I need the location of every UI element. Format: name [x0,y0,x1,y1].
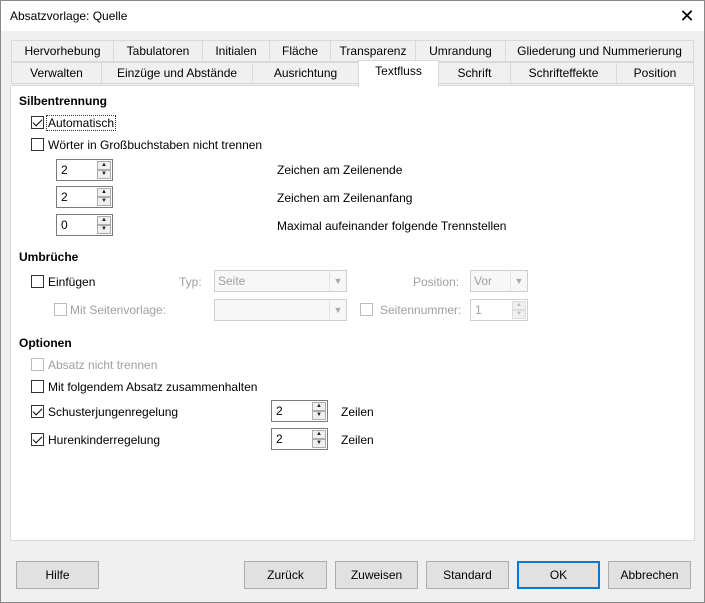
title-bar: Absatzvorlage: Quelle ✕ [1,1,704,31]
close-icon[interactable]: ✕ [670,1,704,31]
orphan-unit: Zeilen [341,405,374,419]
tab-einzuege[interactable]: Einzüge und Abstände [101,62,253,84]
widow-label: Hurenkinderregelung [48,433,161,447]
spin-down-icon[interactable]: ▼ [97,197,111,206]
keep-with-next-label: Mit folgendem Absatz zusammenhalten [48,380,258,394]
ok-button[interactable]: OK [517,561,600,589]
chevron-down-icon: ▼ [510,271,527,291]
widow-stepper[interactable]: 2 ▲ ▼ [271,428,328,450]
spin-up-icon[interactable]: ▲ [97,161,111,170]
insert-break-label: Einfügen [48,275,96,289]
max-hyphens-value: 0 [61,218,68,232]
type-label: Typ: [179,275,202,289]
pagestyle-checkbox[interactable] [54,303,67,316]
spin-up-icon[interactable]: ▲ [97,188,111,197]
chevron-down-icon: ▼ [329,271,346,291]
options-heading: Optionen [19,336,72,350]
back-button[interactable]: Zurück [244,561,327,589]
tab-hervorhebung[interactable]: Hervorhebung [11,40,114,62]
pagenum-value: 1 [475,303,482,317]
tab-textfluss[interactable]: Textfluss [358,60,439,87]
position-value: Vor [474,274,493,288]
orphan-value: 2 [276,404,283,418]
help-button[interactable]: Hilfe [16,561,99,589]
widow-checkbox[interactable] [31,433,44,446]
orphan-stepper[interactable]: 2 ▲ ▼ [271,400,328,422]
max-hyphens-stepper[interactable]: 0 ▲ ▼ [56,214,113,236]
tab-flaeche[interactable]: Fläche [269,40,331,62]
auto-hyphenation-checkbox[interactable] [31,116,44,129]
spin-up-icon[interactable]: ▲ [97,216,111,225]
type-value: Seite [218,274,246,288]
orphan-checkbox[interactable] [31,405,44,418]
spin-up-icon[interactable]: ▲ [312,430,326,439]
widow-unit: Zeilen [341,433,374,447]
spin-down-icon[interactable]: ▼ [97,170,111,179]
begin-chars-value: 2 [61,190,68,204]
tab-verwalten[interactable]: Verwalten [11,62,102,84]
pagenum-label: Seitennummer: [380,303,462,317]
tab-schrifteffekte[interactable]: Schrifteffekte [510,62,617,84]
end-chars-stepper[interactable]: 2 ▲ ▼ [56,159,113,181]
tab-tabulatoren[interactable]: Tabulatoren [113,40,203,62]
tab-umrandung[interactable]: Umrandung [415,40,506,62]
pagenum-checkbox[interactable] [360,303,373,316]
pagestyle-select[interactable]: ▼ [214,299,347,321]
spin-up-icon[interactable]: ▲ [512,301,526,310]
pagenum-stepper[interactable]: 1 ▲ ▼ [470,299,528,321]
keep-together-label: Absatz nicht trennen [48,358,158,372]
widow-value: 2 [276,432,283,446]
keep-together-checkbox[interactable] [31,358,44,371]
end-chars-value: 2 [61,163,68,177]
begin-chars-label: Zeichen am Zeilenanfang [277,191,413,205]
spin-down-icon[interactable]: ▼ [512,310,526,319]
insert-break-checkbox[interactable] [31,275,44,288]
no-caps-label: Wörter in Großbuchstaben nicht trennen [48,138,263,152]
end-chars-label: Zeichen am Zeilenende [277,163,403,177]
dialog-window: Absatzvorlage: Quelle ✕ Hervorhebung Tab… [0,0,705,603]
spin-up-icon[interactable]: ▲ [312,402,326,411]
spin-down-icon[interactable]: ▼ [312,439,326,448]
tab-schrift[interactable]: Schrift [438,62,511,84]
breaks-heading: Umbrüche [19,250,79,264]
auto-hyphenation-label: Automatisch [46,115,117,131]
tab-transparenz[interactable]: Transparenz [330,40,416,62]
position-label: Position: [413,275,460,289]
type-select[interactable]: Seite ▼ [214,270,347,292]
tab-gliederung[interactable]: Gliederung und Nummerierung [505,40,694,62]
window-title: Absatzvorlage: Quelle [10,9,128,23]
begin-chars-stepper[interactable]: 2 ▲ ▼ [56,186,113,208]
tab-ausrichtung[interactable]: Ausrichtung [252,62,359,84]
tab-position[interactable]: Position [616,62,694,84]
chevron-down-icon: ▼ [329,300,346,320]
keep-with-next-checkbox[interactable] [31,380,44,393]
tab-initialen[interactable]: Initialen [202,40,270,62]
max-hyphens-label: Maximal aufeinander folgende Trennstelle… [277,219,507,233]
no-caps-checkbox[interactable] [31,138,44,151]
hyphenation-heading: Silbentrennung [19,94,107,108]
orphan-label: Schusterjungenregelung [48,405,179,419]
cancel-button[interactable]: Abbrechen [608,561,691,589]
position-select[interactable]: Vor ▼ [470,270,528,292]
apply-button[interactable]: Zuweisen [335,561,418,589]
spin-down-icon[interactable]: ▼ [97,225,111,234]
pagestyle-label: Mit Seitenvorlage: [70,303,167,317]
spin-down-icon[interactable]: ▼ [312,411,326,420]
standard-button[interactable]: Standard [426,561,509,589]
